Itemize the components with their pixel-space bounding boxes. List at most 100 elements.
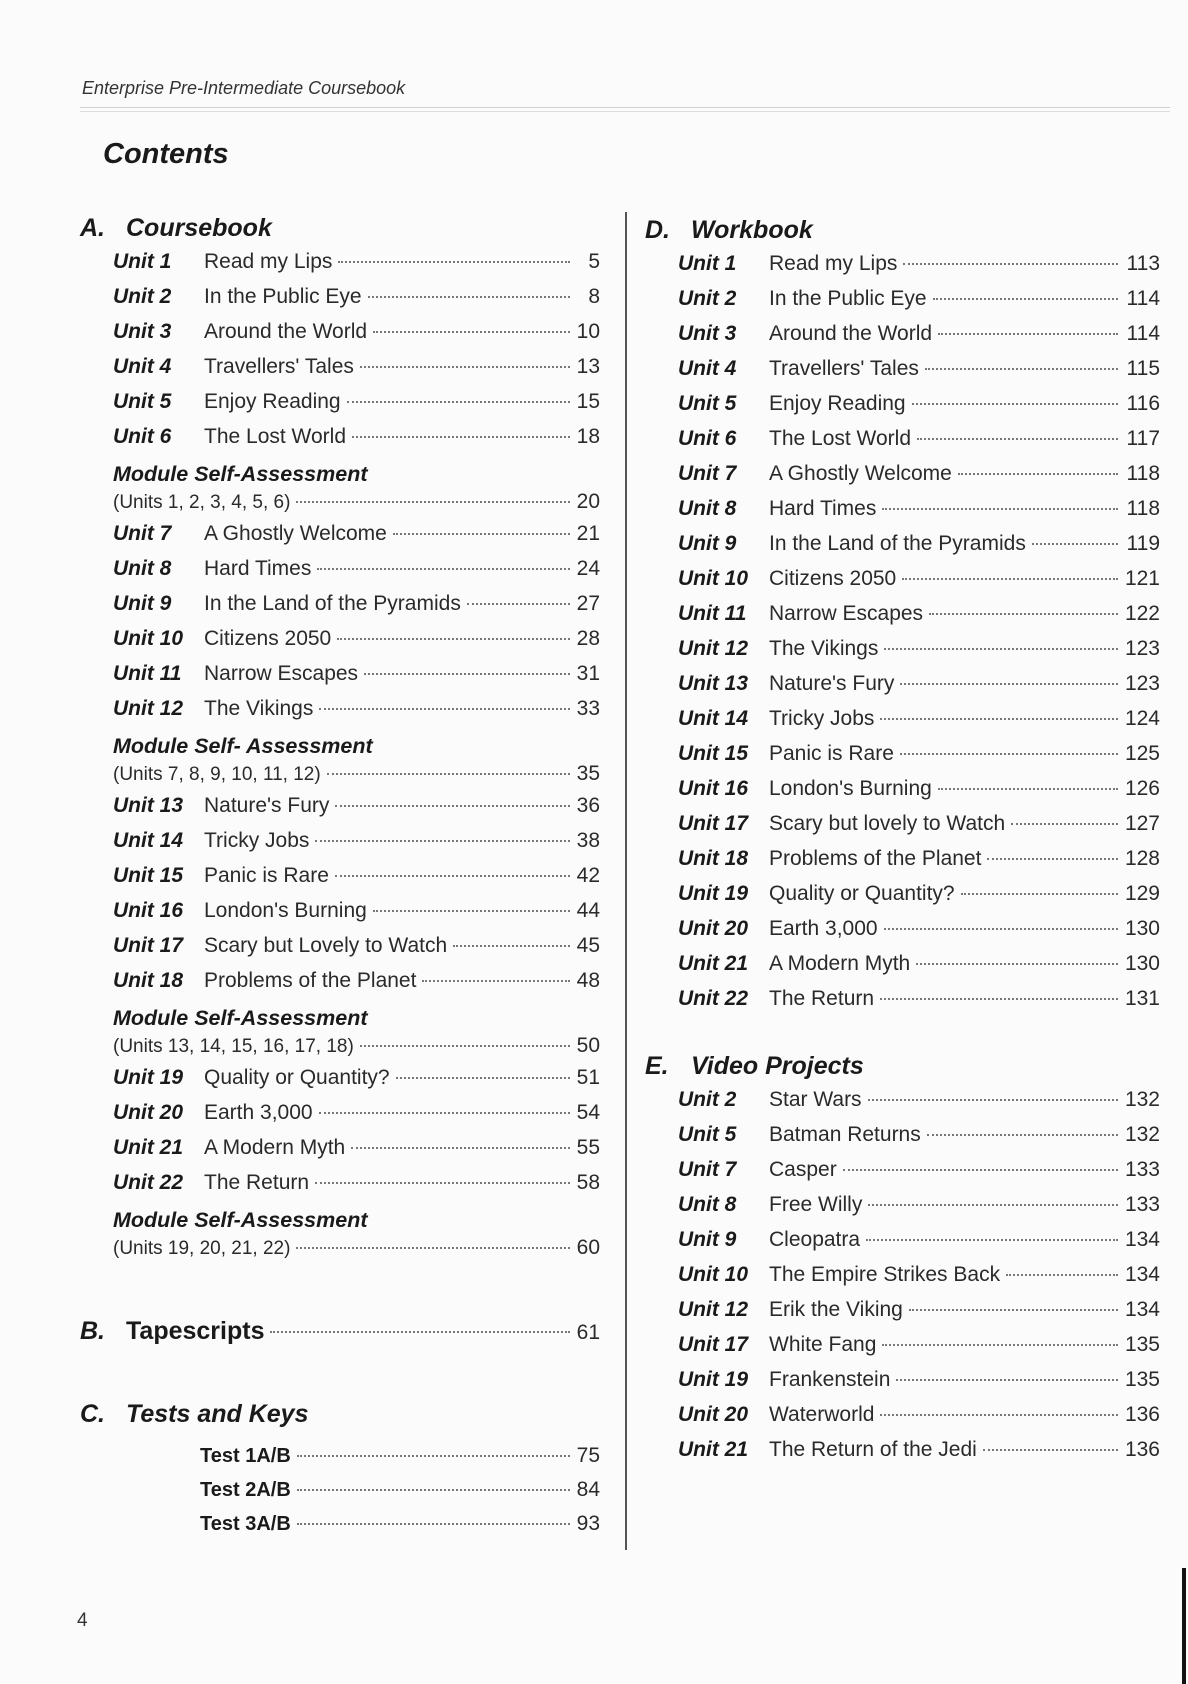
- dot-leader: [337, 638, 570, 640]
- toc-entry[interactable]: Unit 1 Read my Lips 113: [678, 252, 1160, 287]
- toc-entry[interactable]: Unit 19 Frankenstein 135: [678, 1368, 1160, 1403]
- toc-entry[interactable]: Unit 8 Free Willy 133: [678, 1193, 1160, 1228]
- toc-entry[interactable]: Unit 20 Waterworld 136: [678, 1403, 1160, 1438]
- entry-title: Earth 3,000: [204, 1101, 313, 1124]
- toc-entry[interactable]: Unit 5 Enjoy Reading 116: [678, 392, 1160, 427]
- toc-entry[interactable]: Unit 5 Batman Returns 132: [678, 1123, 1160, 1158]
- tests-list: Test 1A/B 75 Test 2A/B 84 Test 3A/B 93: [200, 1444, 600, 1546]
- toc-entry[interactable]: (Units 13, 14, 15, 16, 17, 18) 50: [113, 1034, 600, 1066]
- toc-entry[interactable]: Unit 16 London's Burning 126: [678, 777, 1160, 812]
- toc-entry[interactable]: Unit 7 A Ghostly Welcome 21: [113, 522, 600, 557]
- toc-entry[interactable]: Unit 6 The Lost World 18: [113, 425, 600, 460]
- unit-label: Unit 4: [678, 357, 737, 380]
- toc-entry[interactable]: Test 3A/B 93: [200, 1512, 600, 1546]
- dot-leader: [842, 1169, 1118, 1171]
- unit-label: Unit 6: [678, 427, 737, 450]
- entry-title: (Units 19, 20, 21, 22): [113, 1238, 291, 1259]
- unit-label: Unit 10: [678, 567, 749, 590]
- section-d-heading: D. Workbook: [645, 216, 1160, 252]
- toc-entry[interactable]: Unit 21 The Return of the Jedi 136: [678, 1438, 1160, 1473]
- toc-entry[interactable]: Unit 6 The Lost World 117: [678, 427, 1160, 462]
- toc-entry[interactable]: Unit 9 In the Land of the Pyramids 27: [113, 592, 600, 627]
- toc-entry[interactable]: Unit 15 Panic is Rare 125: [678, 742, 1160, 777]
- running-head: Enterprise Pre-Intermediate Coursebook: [82, 78, 406, 98]
- toc-entry[interactable]: Unit 13 Nature's Fury 36: [113, 794, 600, 829]
- page-ref: 132: [1124, 1088, 1160, 1111]
- toc-entry[interactable]: (Units 1, 2, 3, 4, 5, 6) 20: [113, 490, 600, 522]
- page-ref: 55: [576, 1136, 600, 1159]
- dot-leader: [296, 1489, 570, 1491]
- page-ref: 60: [576, 1236, 600, 1259]
- toc-entry[interactable]: Unit 16 London's Burning 44: [113, 899, 600, 934]
- toc-entry[interactable]: Unit 17 Scary but lovely to Watch 127: [678, 812, 1160, 847]
- entry-title: (Units 1, 2, 3, 4, 5, 6): [113, 492, 291, 513]
- unit-label: Unit 5: [678, 392, 737, 415]
- dot-leader: [372, 910, 570, 912]
- toc-entry[interactable]: Unit 1 Read my Lips 5: [113, 250, 600, 285]
- entry-title: Cleopatra: [769, 1228, 861, 1251]
- toc-entry[interactable]: Unit 2 In the Public Eye 114: [678, 287, 1160, 322]
- toc-entry[interactable]: Test 1A/B 75: [200, 1444, 600, 1478]
- entry-title: Batman Returns: [769, 1123, 921, 1146]
- toc-entry[interactable]: Unit 22 The Return 58: [113, 1171, 600, 1206]
- toc-entry[interactable]: (Units 7, 8, 9, 10, 11, 12) 35: [113, 762, 600, 794]
- toc-entry[interactable]: Unit 15 Panic is Rare 42: [113, 864, 600, 899]
- page-ref: 27: [576, 592, 600, 615]
- toc-entry[interactable]: Unit 11 Narrow Escapes 31: [113, 662, 600, 697]
- toc-entry[interactable]: Unit 19 Quality or Quantity? 51: [113, 1066, 600, 1101]
- toc-entry[interactable]: Unit 10 The Empire Strikes Back 134: [678, 1263, 1160, 1298]
- dot-leader: [882, 1344, 1118, 1346]
- dot-leader: [896, 1379, 1118, 1381]
- toc-entry[interactable]: Unit 8 Hard Times 118: [678, 497, 1160, 532]
- toc-entry[interactable]: Unit 21 A Modern Myth 130: [678, 952, 1160, 987]
- dot-leader: [346, 401, 570, 403]
- toc-entry[interactable]: Unit 20 Earth 3,000 54: [113, 1101, 600, 1136]
- unit-label: Unit 5: [113, 390, 172, 413]
- toc-entry[interactable]: Unit 11 Narrow Escapes 122: [678, 602, 1160, 637]
- toc-entry[interactable]: Unit 3 Around the World 10: [113, 320, 600, 355]
- toc-entry[interactable]: Unit 14 Tricky Jobs 124: [678, 707, 1160, 742]
- toc-entry[interactable]: Unit 9 In the Land of the Pyramids 119: [678, 532, 1160, 567]
- toc-entry[interactable]: Test 2A/B 84: [200, 1478, 600, 1512]
- toc-entry[interactable]: Unit 18 Problems of the Planet 128: [678, 847, 1160, 882]
- toc-entry[interactable]: Unit 19 Quality or Quantity? 129: [678, 882, 1160, 917]
- toc-entry[interactable]: Unit 8 Hard Times 24: [113, 557, 600, 592]
- left-column: A. Coursebook Unit 1 Read my Lips 5 Unit 2 I…: [80, 214, 600, 1268]
- toc-entry[interactable]: Unit 7 Casper 133: [678, 1158, 1160, 1193]
- toc-entry[interactable]: Unit 17 White Fang 135: [678, 1333, 1160, 1368]
- toc-entry[interactable]: Unit 4 Travellers' Tales 115: [678, 357, 1160, 392]
- toc-entry[interactable]: Unit 18 Problems of the Planet 48: [113, 969, 600, 1004]
- entry-title: Read my Lips: [769, 252, 898, 275]
- toc-entry[interactable]: Unit 20 Earth 3,000 130: [678, 917, 1160, 952]
- module-heading: Module Self-Assessment: [113, 462, 368, 486]
- toc-entry[interactable]: Unit 9 Cleopatra 134: [678, 1228, 1160, 1263]
- dot-leader: [334, 875, 570, 877]
- toc-entry[interactable]: Unit 13 Nature's Fury 123: [678, 672, 1160, 707]
- toc-entry[interactable]: Unit 2 In the Public Eye 8: [113, 285, 600, 320]
- toc-entry[interactable]: Unit 12 The Vikings 33: [113, 697, 600, 732]
- toc-entry[interactable]: Unit 4 Travellers' Tales 13: [113, 355, 600, 390]
- toc-entry[interactable]: Unit 21 A Modern Myth 55: [113, 1136, 600, 1171]
- toc-entry[interactable]: Unit 3 Around the World 114: [678, 322, 1160, 357]
- unit-label: Unit 17: [678, 812, 749, 835]
- toc-entry[interactable]: Unit 17 Scary but Lovely to Watch 45: [113, 934, 600, 969]
- toc-entry[interactable]: Unit 10 Citizens 2050 121: [678, 567, 1160, 602]
- unit-label: Unit 22: [678, 987, 749, 1010]
- entry-title: Scary but Lovely to Watch: [204, 934, 448, 957]
- toc-entry[interactable]: Unit 14 Tricky Jobs 38: [113, 829, 600, 864]
- entry-title: Free Willy: [769, 1193, 863, 1216]
- test-label: Test 1A/B: [200, 1445, 291, 1467]
- toc-entry[interactable]: Unit 10 Citizens 2050 28: [113, 627, 600, 662]
- tapescripts-entry[interactable]: B. Tapescripts 61: [80, 1317, 600, 1353]
- toc-entry[interactable]: Unit 22 The Return 131: [678, 987, 1160, 1022]
- toc-entry[interactable]: Unit 5 Enjoy Reading 15: [113, 390, 600, 425]
- toc-entry[interactable]: Unit 12 The Vikings 123: [678, 637, 1160, 672]
- unit-label: Unit 8: [678, 497, 737, 520]
- entry-title: In the Land of the Pyramids: [769, 532, 1026, 555]
- toc-entry[interactable]: Unit 12 Erik the Viking 134: [678, 1298, 1160, 1333]
- entry-title: (Units 7, 8, 9, 10, 11, 12): [113, 764, 321, 785]
- unit-label: Unit 10: [113, 627, 184, 650]
- toc-entry[interactable]: Unit 2 Star Wars 132: [678, 1088, 1160, 1123]
- toc-entry[interactable]: Unit 7 A Ghostly Welcome 118: [678, 462, 1160, 497]
- toc-entry[interactable]: (Units 19, 20, 21, 22) 60: [113, 1236, 600, 1268]
